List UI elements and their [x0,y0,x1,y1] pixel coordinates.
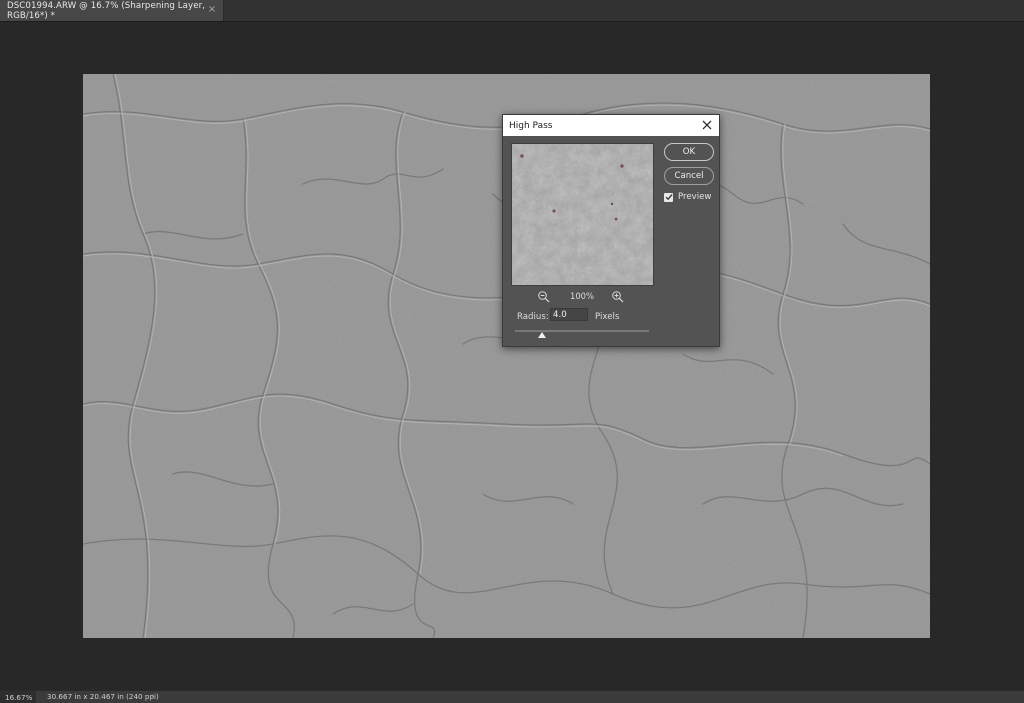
dialog-title: High Pass [509,120,553,131]
ok-button[interactable]: OK [664,143,714,161]
high-pass-dialog: High Pass OK Cancel Preview 100% Radius:… [502,114,720,347]
document-tab[interactable]: DSC01994.ARW @ 16.7% (Sharpening Layer, … [0,0,224,21]
close-icon[interactable]: × [207,4,217,16]
document-tab-title: DSC01994.ARW @ 16.7% (Sharpening Layer, … [7,0,206,21]
radius-input[interactable] [550,308,588,321]
status-bar: 16.67% 30.667 in x 20.467 in (240 ppi) › [0,690,1024,703]
status-menu-arrow-icon[interactable]: › [151,691,154,700]
slider-thumb-icon[interactable] [537,332,546,338]
radius-units-label: Pixels [595,312,620,322]
zoom-in-icon[interactable] [611,290,625,304]
preview-zoom-controls: 100% [511,290,652,304]
filter-preview-image[interactable] [511,143,654,286]
document-tab-bar: DSC01994.ARW @ 16.7% (Sharpening Layer, … [0,0,1024,22]
checkmark-icon[interactable] [664,192,673,202]
preview-zoom-level: 100% [570,291,594,301]
close-icon[interactable] [699,117,715,133]
zoom-out-icon[interactable] [537,290,551,304]
preview-label: Preview [678,192,712,202]
document-info: 30.667 in x 20.467 in (240 ppi) [47,692,159,701]
dialog-title-bar[interactable]: High Pass [503,115,719,136]
radius-slider-track[interactable] [515,330,649,332]
cancel-button[interactable]: Cancel [664,167,714,185]
preview-checkbox[interactable]: Preview [664,192,711,202]
zoom-level-field[interactable]: 16.67% [0,691,36,703]
radius-label: Radius: [517,312,549,322]
